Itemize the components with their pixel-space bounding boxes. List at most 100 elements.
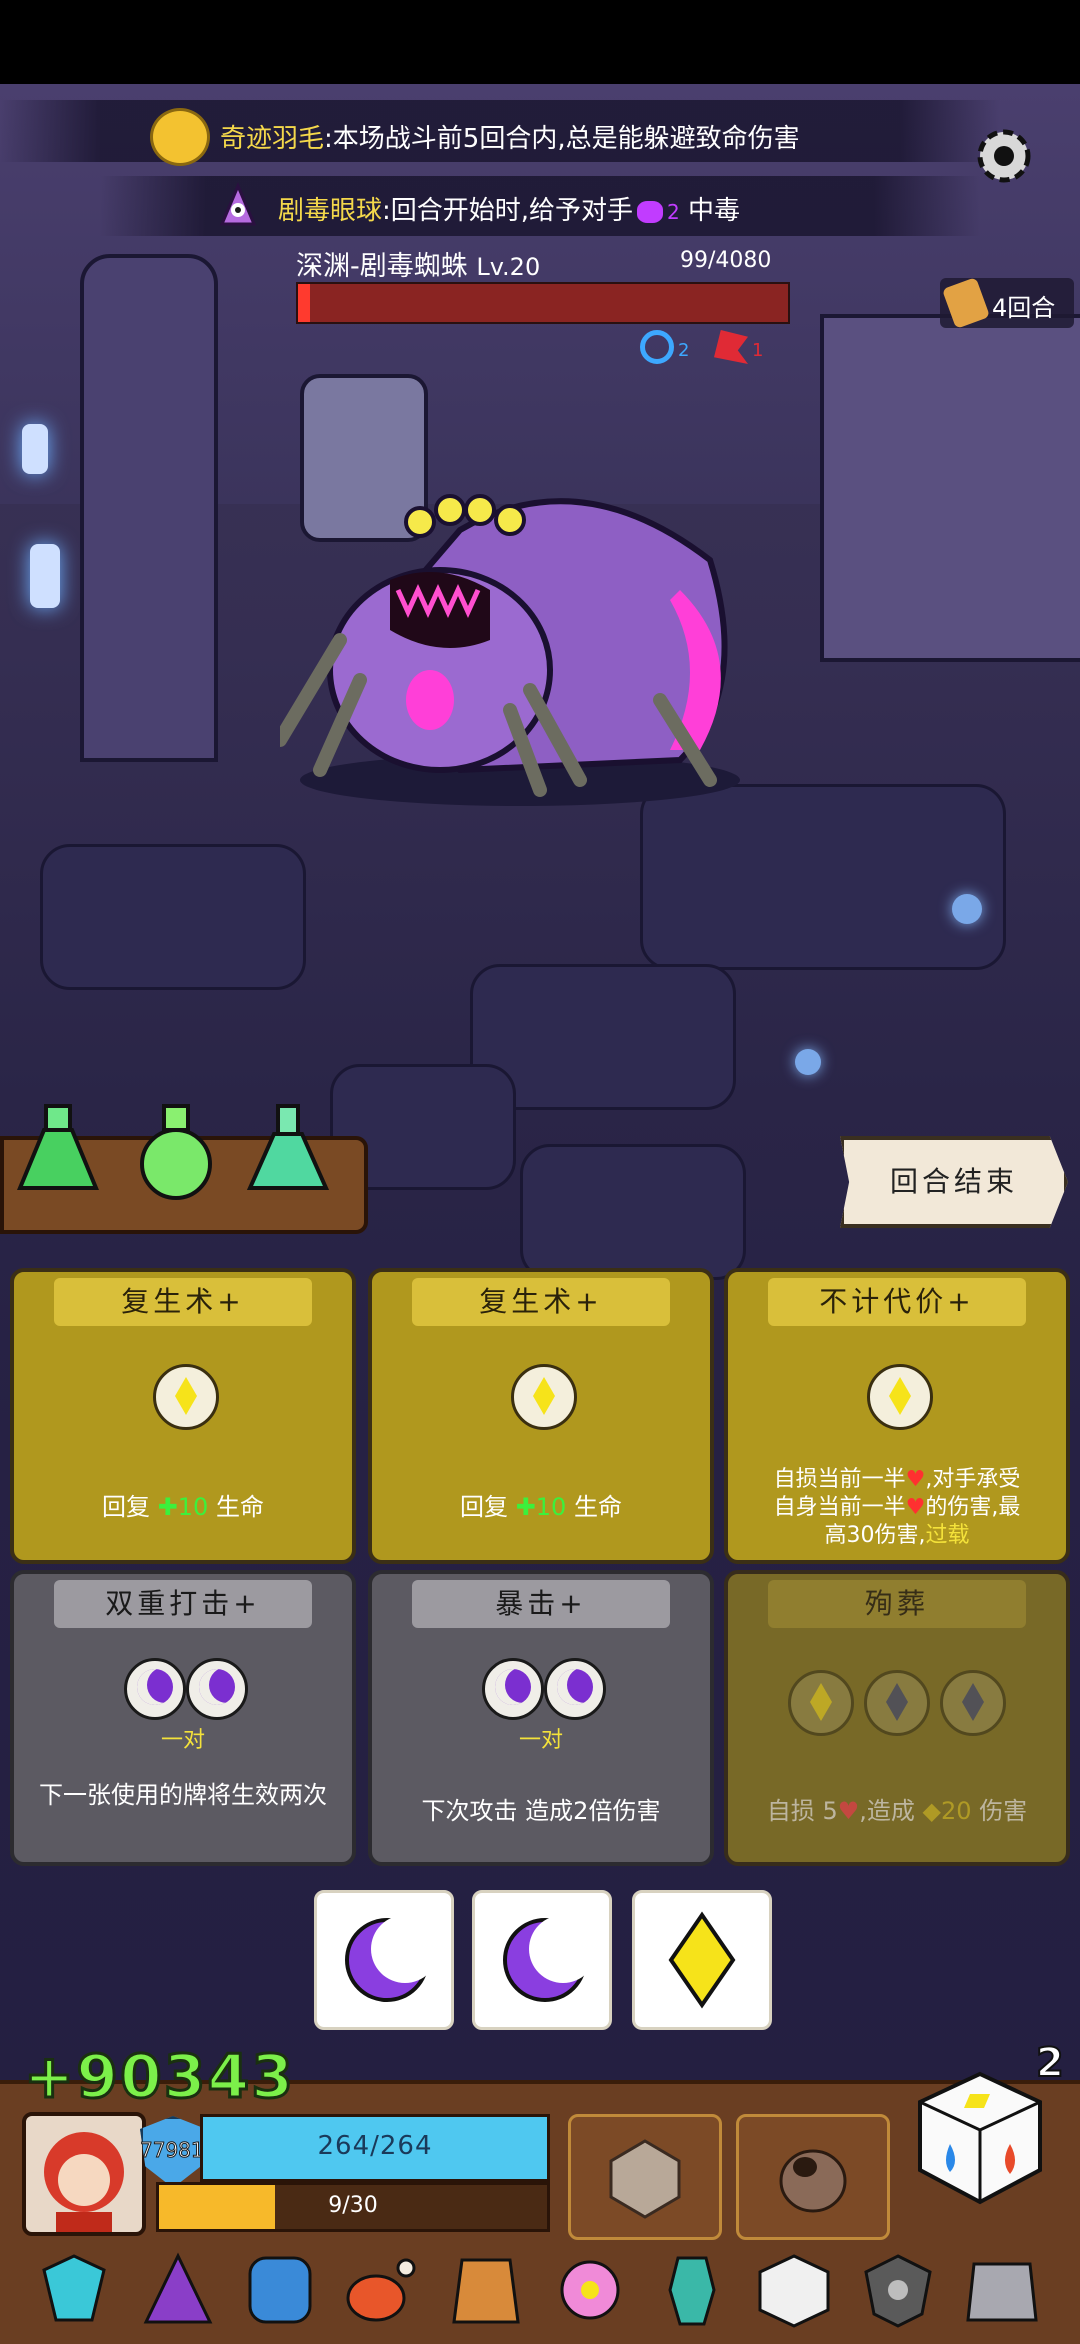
buff-rage-count: 1 [752,340,764,361]
ruined-pillar [80,254,218,762]
turn-counter: 4回合 [940,277,1074,329]
moon-slot-icon[interactable] [186,1658,248,1720]
wizard-hat-icon[interactable] [136,2250,220,2330]
card-no-cost[interactable]: 不计代价+ 自损当前一半♥,对手承受 自身当前一半♥的伤害,最 高30伤害,过载 [724,1268,1070,1564]
diamond-icon [668,1911,736,2009]
heart-icon: ♥ [905,1495,926,1520]
clay-pot-icon [779,2149,847,2213]
card-pair-label: 一对 [160,1728,205,1753]
glowing-flower-icon [952,894,982,924]
card-pair-label: 一对 [518,1728,563,1753]
heal-plus-icon: ✚ [515,1493,536,1521]
stone-altar [820,314,1080,662]
card-desc: 回复 ✚10 生命 [382,1492,700,1522]
moon-icon [345,1915,439,2002]
turn-label: 4回合 [992,294,1056,322]
hand-die-moon[interactable] [472,1890,612,2030]
card-desc-line1: 自损当前一半 [773,1467,906,1492]
card-revive-2[interactable]: 复生术+ 回复 ✚10 生命 [368,1268,714,1564]
relic-1-name: 奇迹羽毛 [220,124,325,154]
card-title: 不计代价+ [768,1278,1026,1326]
diamond-slot-icon[interactable] [940,1670,1006,1736]
diamond-slot-icon[interactable] [788,1670,854,1736]
poison-splat-icon [637,200,664,223]
roll-dice-button[interactable] [908,2066,1052,2210]
heart-icon: ♥ [837,1797,860,1825]
card-desc-line2b: 的伤害,最 [925,1495,1021,1520]
candle-icon [30,544,60,608]
card-desc-pre: 自损 [766,1797,815,1825]
relic-2-line: 剧毒眼球:回合开始时,给予对手 2 中毒 [278,190,740,227]
player-avatar[interactable] [22,2112,146,2236]
diamond-slot-icon[interactable] [867,1364,933,1430]
poison-eyeball-icon[interactable] [214,180,262,228]
card-keyword: 过载 [925,1523,970,1548]
moon-slot-icon[interactable] [124,1658,186,1720]
status-bar [0,0,1080,84]
enemy-name-text: 深渊-剧毒蜘蛛 [296,251,468,282]
diamond-slot-icon[interactable] [864,1670,930,1736]
card-desc-pre: 回复 [102,1493,151,1521]
diamond-slot-icon[interactable] [153,1364,219,1430]
diamond-icon: ◆ [922,1797,941,1825]
flower-icon[interactable] [548,2250,632,2330]
heart-icon: ♥ [905,1467,926,1492]
relic-2-name: 剧毒眼球 [278,196,383,226]
relic-2-count: 2 [667,200,680,224]
score-popup: +90343 [22,2041,296,2114]
candle-icon [22,424,48,474]
player-hp-bar: 264/264 [200,2114,550,2182]
vest-icon[interactable] [444,2250,528,2330]
card-sacrifice[interactable]: 殉葬 自损 5♥,造成 ◆20 伤害 [724,1570,1070,1866]
gem-shield-icon[interactable] [856,2250,940,2330]
card-title: 殉葬 [768,1580,1026,1628]
shield-swirl-icon[interactable] [640,330,674,364]
card-title: 复生术+ [54,1278,312,1326]
card-desc: 回复 ✚10 生命 [24,1492,342,1522]
relic-1-line: 奇迹羽毛:本场战斗前5回合内,总是能躲避致命伤害 [220,118,800,155]
settings-gear-icon[interactable] [968,120,1040,192]
dice-icon[interactable] [752,2250,836,2330]
end-turn-button[interactable]: 回合结束 [840,1136,1068,1228]
card-desc: 自损 5♥,造成 ◆20 伤害 [738,1796,1056,1826]
hand-die-moon[interactable] [314,1890,454,2030]
crystal-icon[interactable] [32,2250,116,2330]
card-amount: 10 [177,1493,209,1521]
rock [40,844,306,990]
green-potion-icon[interactable] [244,1100,332,1200]
relic-2-text-post: 中毒 [688,196,741,226]
heal-plus-icon: ✚ [157,1493,178,1521]
shield-icon[interactable] [238,2250,322,2330]
enemy-spider[interactable] [280,440,760,820]
shield-value: 77981 [140,2138,205,2163]
card-critical[interactable]: 暴击+ 一对 下次攻击 造成2倍伤害 [368,1570,714,1866]
hand-die-diamond[interactable] [632,1890,772,2030]
diamond-slot-icon[interactable] [511,1364,577,1430]
card-desc: 下一张使用的牌将生效两次 [39,1781,327,1809]
meat-icon[interactable] [340,2250,424,2330]
card-dmg: 20 [941,1797,972,1825]
card-amount: 10 [535,1493,567,1521]
green-potion-icon[interactable] [14,1100,102,1200]
card-title: 暴击+ [412,1580,670,1628]
dice-icon [918,2071,1042,2205]
peacock-feather-icon[interactable] [150,108,210,166]
vase-icon[interactable] [650,2250,734,2330]
d20-die-icon [609,2139,681,2219]
card-title: 双重打击+ [54,1580,312,1628]
card-revive-1[interactable]: 复生术+ 回复 ✚10 生命 [10,1268,356,1564]
green-potion-icon[interactable] [132,1100,220,1200]
armor-icon[interactable] [960,2250,1044,2330]
relic-1-text: :本场战斗前5回合内,总是能躲避致命伤害 [324,124,800,154]
moon-slot-icon[interactable] [482,1658,544,1720]
moon-slot-icon[interactable] [544,1658,606,1720]
card-desc: 自损当前一半♥,对手承受 自身当前一半♥的伤害,最 高30伤害,过载 [738,1466,1056,1550]
moon-icon [503,1915,597,2002]
item-slot-d20[interactable] [568,2114,722,2240]
rock [520,1144,746,1280]
enemy-level: Lv.20 [476,253,541,281]
card-self-dmg: 5 [822,1797,838,1825]
item-slot-pot[interactable] [736,2114,890,2240]
card-double-strike[interactable]: 双重打击+ 一对 下一张使用的牌将生效两次 [10,1570,356,1866]
enemy-hp-text: 99/4080 [680,248,772,273]
